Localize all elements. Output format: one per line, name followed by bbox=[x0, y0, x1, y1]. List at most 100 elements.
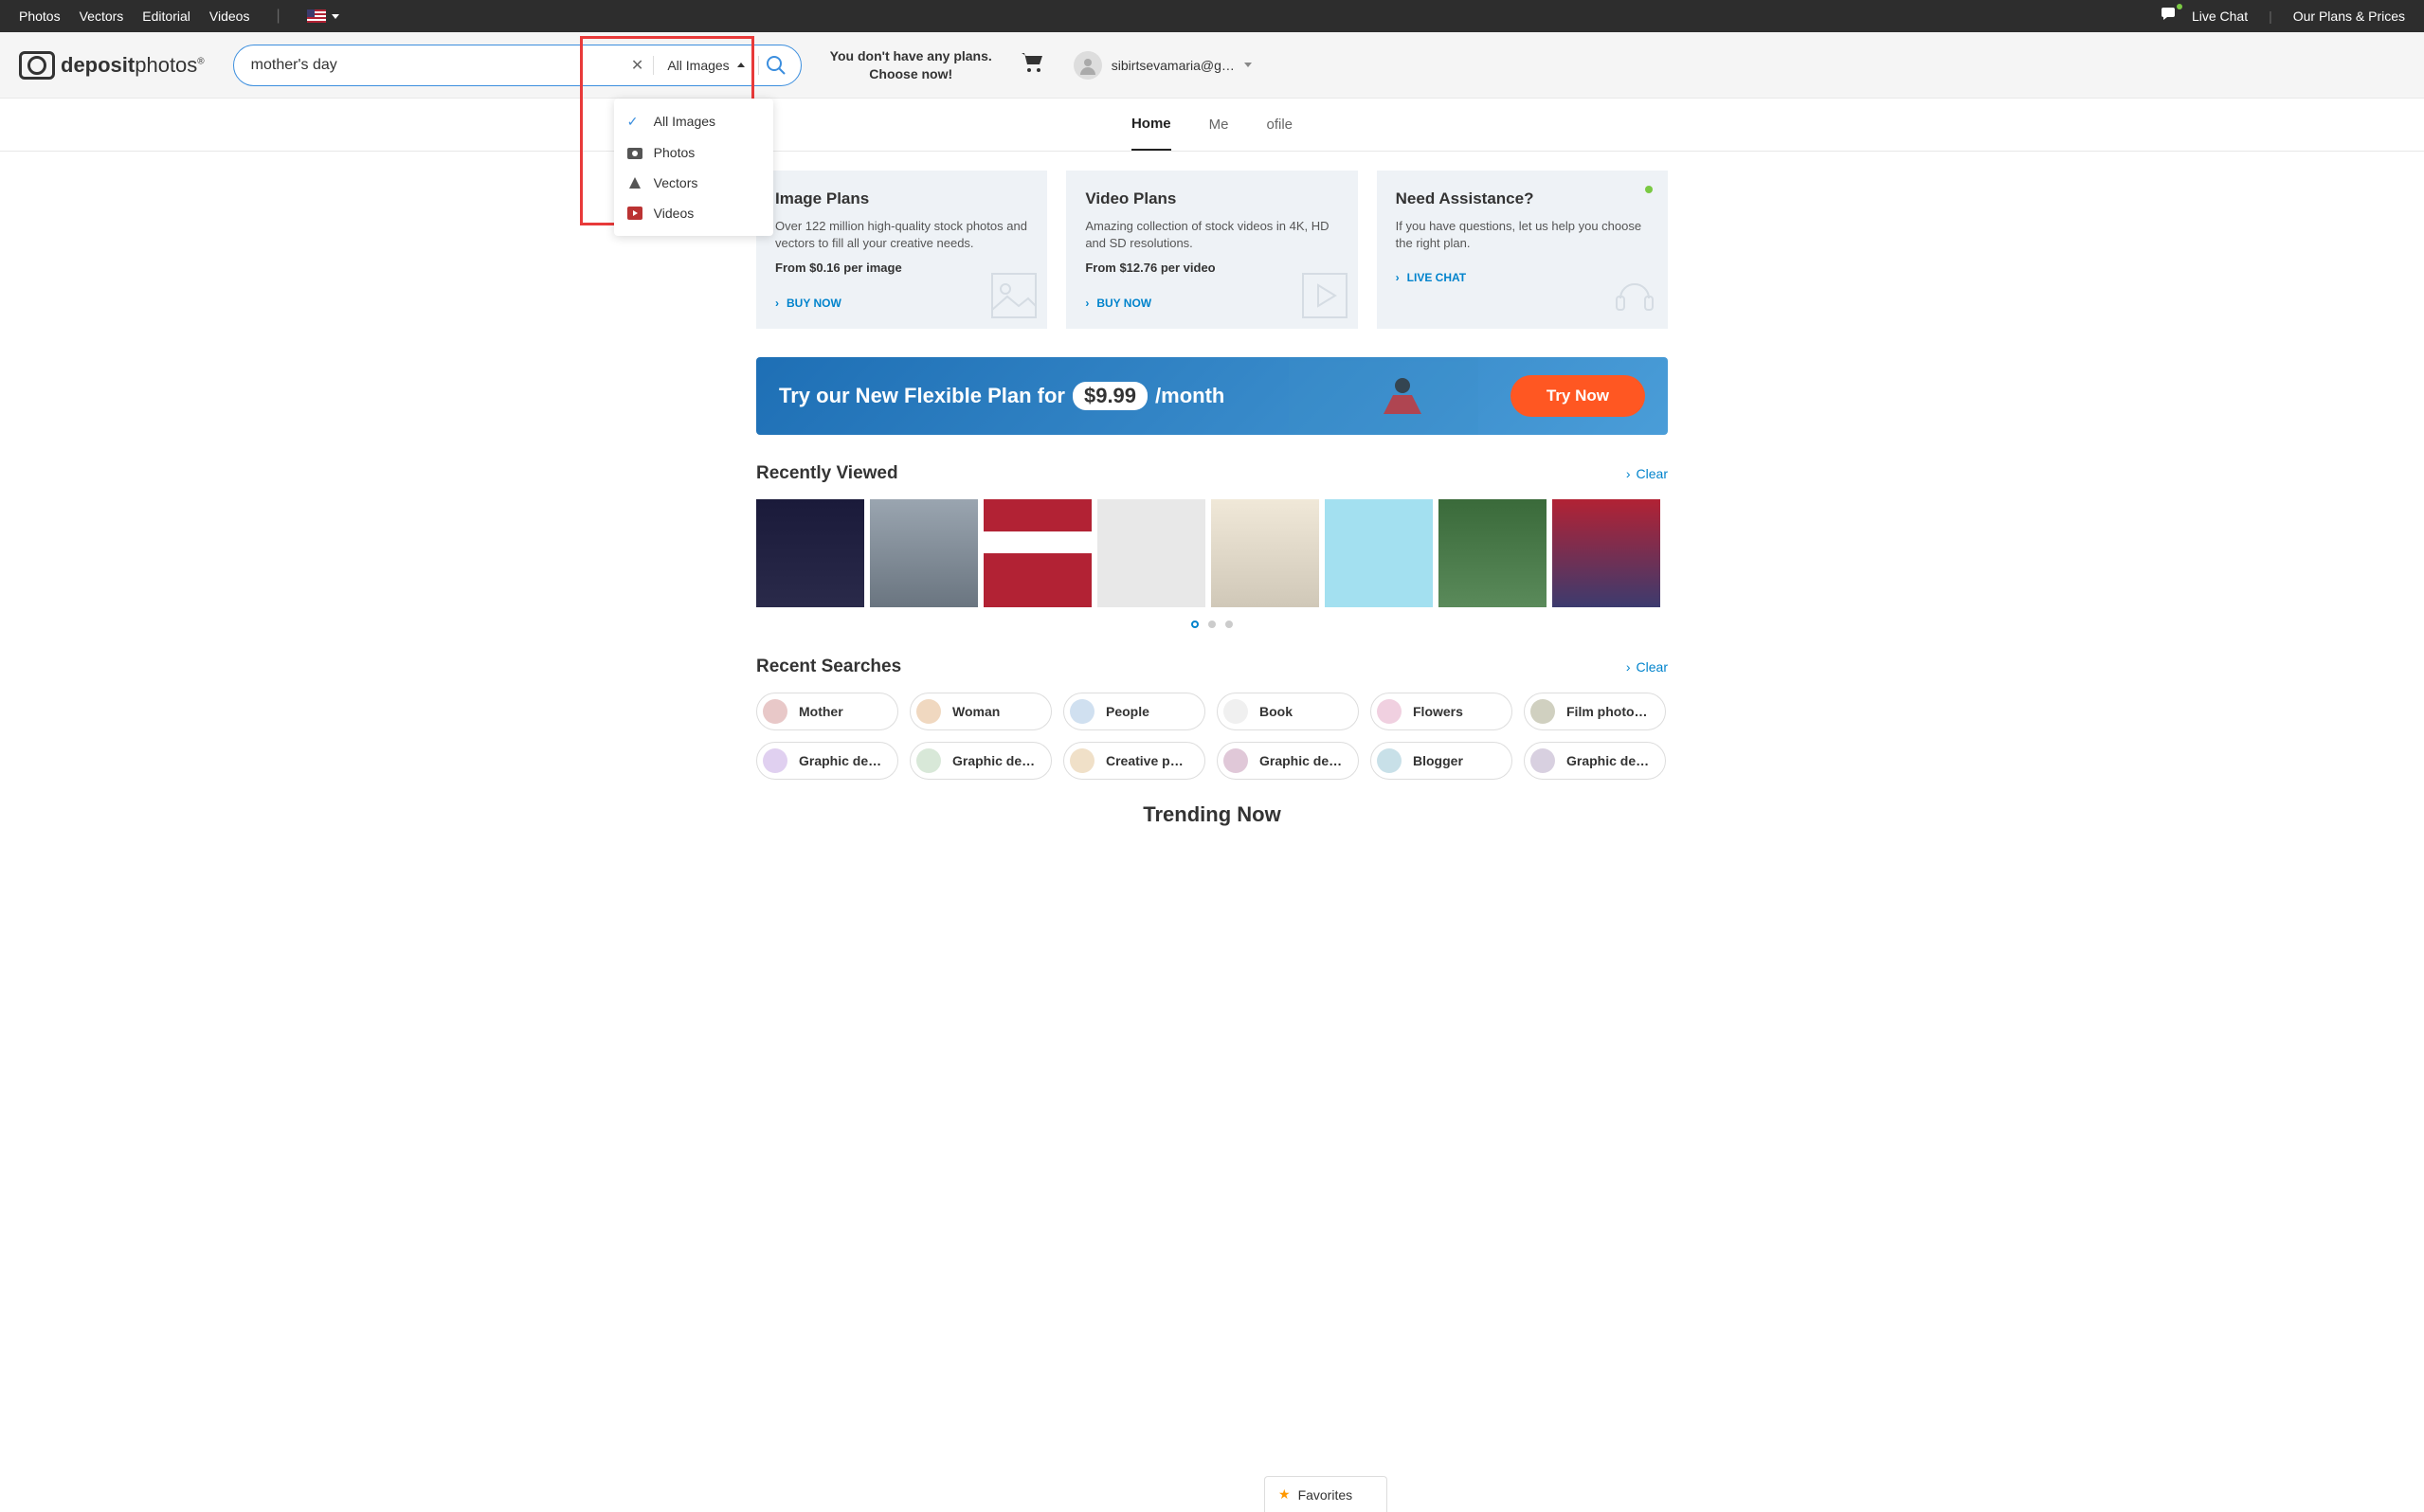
check-icon: ✓ bbox=[627, 114, 642, 130]
video-icon bbox=[1301, 272, 1348, 319]
language-selector[interactable] bbox=[307, 9, 339, 23]
carousel-dot[interactable] bbox=[1225, 621, 1233, 628]
thumb-item[interactable] bbox=[870, 499, 978, 607]
search-input[interactable] bbox=[251, 57, 622, 74]
search-chip[interactable]: Creative person bbox=[1063, 742, 1205, 780]
plans-prices-link[interactable]: Our Plans & Prices bbox=[2293, 9, 2405, 24]
chevron-right-icon: › bbox=[1626, 659, 1631, 675]
live-chat-link[interactable] bbox=[2162, 8, 2179, 26]
search-type-dropdown: ✓ All Images Photos Vectors Videos bbox=[614, 99, 773, 236]
topbar-separator: | bbox=[276, 8, 280, 25]
search-chip[interactable]: Film photogr… bbox=[1524, 693, 1666, 730]
chevron-right-icon: › bbox=[1396, 271, 1400, 284]
search-chip[interactable]: Graphic design bbox=[756, 742, 898, 780]
search-bar: ✕ All Images ✓ All Images Photos Vectors bbox=[233, 45, 802, 86]
msg-line-1: You don't have any plans. bbox=[830, 47, 992, 64]
favorites-label: Favorites bbox=[1298, 1487, 1353, 1503]
image-icon bbox=[990, 272, 1038, 319]
try-now-button[interactable]: Try Now bbox=[1510, 375, 1645, 417]
camera-icon bbox=[627, 146, 642, 159]
clear-search-button[interactable]: ✕ bbox=[622, 56, 653, 75]
recently-viewed-thumbs bbox=[756, 499, 1668, 607]
dropdown-photos[interactable]: Photos bbox=[614, 137, 773, 168]
banner-text-post: /month bbox=[1155, 384, 1224, 408]
chip-label: Graphic desi… bbox=[1566, 753, 1650, 768]
thumb-item[interactable] bbox=[984, 499, 1092, 607]
chip-label: Flowers bbox=[1413, 704, 1463, 719]
chip-thumbnail-icon bbox=[1223, 748, 1248, 773]
chip-label: Woman bbox=[952, 704, 1000, 719]
thumb-item[interactable] bbox=[1325, 499, 1433, 607]
dropdown-vectors[interactable]: Vectors bbox=[614, 168, 773, 198]
tab-home[interactable]: Home bbox=[1131, 99, 1171, 151]
thumb-item[interactable] bbox=[1097, 499, 1205, 607]
search-icon bbox=[766, 55, 787, 76]
search-chip[interactable]: People bbox=[1063, 693, 1205, 730]
chip-thumbnail-icon bbox=[1377, 699, 1402, 724]
carousel-dot[interactable] bbox=[1191, 621, 1199, 628]
chip-thumbnail-icon bbox=[1530, 699, 1555, 724]
flexible-plan-banner: Try our New Flexible Plan for $9.99 /mon… bbox=[756, 357, 1668, 435]
tab-menu-partial[interactable]: Me bbox=[1209, 99, 1229, 150]
topnav-photos[interactable]: Photos bbox=[19, 9, 61, 24]
trending-now-title: Trending Now bbox=[756, 802, 1668, 827]
favorites-tab[interactable]: ★ Favorites bbox=[1264, 1476, 1387, 1512]
search-chip[interactable]: Graphic desi… bbox=[910, 742, 1052, 780]
thumb-item[interactable] bbox=[1211, 499, 1319, 607]
chip-thumbnail-icon bbox=[1070, 748, 1094, 773]
clear-recently-viewed[interactable]: › Clear bbox=[1626, 466, 1668, 481]
dropdown-all-images[interactable]: ✓ All Images bbox=[614, 106, 773, 137]
chip-thumbnail-icon bbox=[1223, 699, 1248, 724]
status-dot-icon bbox=[1645, 186, 1653, 193]
dropdown-item-label: Photos bbox=[654, 145, 696, 160]
search-chip[interactable]: Mother bbox=[756, 693, 898, 730]
chip-label: Mother bbox=[799, 704, 843, 719]
logo[interactable]: depositphotos® bbox=[19, 51, 205, 80]
surfer-image bbox=[1289, 357, 1478, 435]
thumb-item[interactable] bbox=[1552, 499, 1660, 607]
search-type-selector[interactable]: All Images bbox=[654, 58, 757, 73]
chip-label: People bbox=[1106, 704, 1149, 719]
user-menu[interactable]: sibirtsevamaria@g… bbox=[1074, 51, 1252, 80]
search-chip[interactable]: Flowers bbox=[1370, 693, 1512, 730]
topnav-videos[interactable]: Videos bbox=[209, 9, 250, 24]
search-chip[interactable]: Book bbox=[1217, 693, 1359, 730]
status-dot-icon bbox=[2177, 4, 2182, 9]
thumb-item[interactable] bbox=[756, 499, 864, 607]
search-button[interactable] bbox=[759, 48, 793, 82]
dropdown-videos[interactable]: Videos bbox=[614, 198, 773, 228]
cart-icon bbox=[1021, 52, 1045, 73]
chip-thumbnail-icon bbox=[1070, 699, 1094, 724]
chip-thumbnail-icon bbox=[763, 699, 787, 724]
chip-label: Graphic design bbox=[799, 753, 882, 768]
chevron-right-icon: › bbox=[1626, 466, 1631, 481]
card-description: Over 122 million high-quality stock phot… bbox=[775, 218, 1028, 252]
chip-label: Film photogr… bbox=[1566, 704, 1650, 719]
video-icon bbox=[627, 207, 642, 220]
carousel-dot[interactable] bbox=[1208, 621, 1216, 628]
card-description: If you have questions, let us help you c… bbox=[1396, 218, 1649, 252]
clear-recent-searches[interactable]: › Clear bbox=[1626, 659, 1668, 675]
chevron-right-icon: › bbox=[775, 297, 779, 310]
avatar bbox=[1074, 51, 1102, 80]
clear-label: Clear bbox=[1637, 659, 1668, 675]
search-chip[interactable]: Woman bbox=[910, 693, 1052, 730]
topnav-vectors[interactable]: Vectors bbox=[80, 9, 124, 24]
search-chip[interactable]: Graphic desi… bbox=[1524, 742, 1666, 780]
clear-label: Clear bbox=[1637, 466, 1668, 481]
search-chip[interactable]: Blogger bbox=[1370, 742, 1512, 780]
chip-thumbnail-icon bbox=[1530, 748, 1555, 773]
topnav-editorial[interactable]: Editorial bbox=[142, 9, 190, 24]
dropdown-item-label: Vectors bbox=[654, 175, 698, 190]
flag-us-icon bbox=[307, 9, 326, 23]
chip-label: Creative person bbox=[1106, 753, 1189, 768]
live-chat-label[interactable]: Live Chat bbox=[2192, 9, 2248, 24]
chip-thumbnail-icon bbox=[916, 699, 941, 724]
no-plans-message[interactable]: You don't have any plans. Choose now! bbox=[830, 47, 992, 81]
search-chip[interactable]: Graphic desi… bbox=[1217, 742, 1359, 780]
thumb-item[interactable] bbox=[1438, 499, 1547, 607]
action-label: BUY NOW bbox=[1096, 297, 1151, 310]
cart-button[interactable] bbox=[1021, 52, 1045, 78]
tab-profile-partial[interactable]: ofile bbox=[1267, 99, 1293, 150]
chip-label: Graphic desi… bbox=[1259, 753, 1343, 768]
